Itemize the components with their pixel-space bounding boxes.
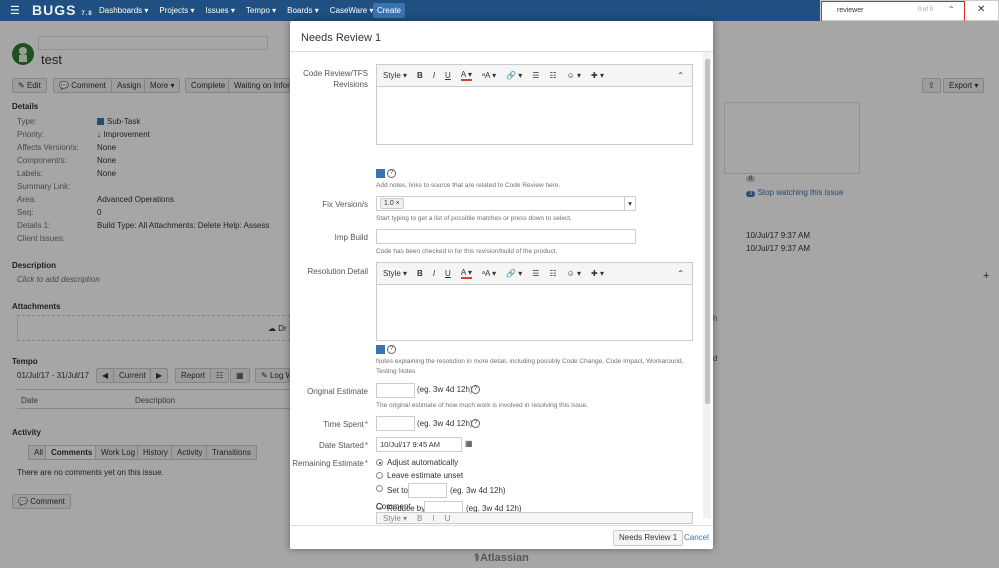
text-color-icon[interactable]: A ▾ bbox=[460, 268, 472, 279]
radio-label: Adjust automatically bbox=[387, 458, 459, 467]
nav-boards[interactable]: Boards ▾ bbox=[287, 6, 319, 15]
imp-build-input[interactable] bbox=[376, 229, 636, 244]
date-started-label: Date Started* bbox=[318, 441, 368, 450]
needs-review-dialog: Needs Review 1 Code Review/TFS Revisions… bbox=[290, 21, 713, 549]
original-estimate-input[interactable] bbox=[376, 383, 415, 398]
time-spent-label: Time Spent* bbox=[323, 420, 368, 429]
wiki-mode-icon[interactable] bbox=[376, 169, 385, 178]
imp-build-label: Imp Build bbox=[334, 233, 368, 242]
code-review-help: Add notes, links to source that are rela… bbox=[376, 182, 561, 189]
style-dropdown[interactable]: Style ▾ bbox=[383, 514, 407, 523]
nav-dashboards[interactable]: Dashboards ▾ bbox=[99, 6, 148, 15]
comment-editor[interactable]: Style ▾ B I U bbox=[376, 512, 693, 524]
find-input[interactable]: reviewer bbox=[837, 7, 863, 14]
collapse-icon[interactable]: ⌃ bbox=[677, 71, 684, 80]
time-spent-input[interactable] bbox=[376, 416, 415, 431]
nav-projects[interactable]: Projects ▾ bbox=[159, 6, 194, 15]
calendar-icon[interactable]: ▦ bbox=[465, 439, 473, 448]
set-to-hint: (eg. 3w 4d 12h) bbox=[450, 486, 506, 495]
radio-set-to[interactable] bbox=[376, 485, 383, 492]
create-button[interactable]: Create bbox=[373, 3, 405, 18]
collapse-icon[interactable]: ⌃ bbox=[677, 269, 684, 278]
fix-version-label: Fix Version/s bbox=[322, 200, 368, 209]
resolution-editor[interactable]: Style ▾ B I U A ▾ ᵃA ▾ 🔗 ▾ ☰ ☷ ☺ ▾ ✚ ▾ ⌃ bbox=[376, 262, 693, 341]
italic-icon[interactable]: I bbox=[433, 269, 435, 278]
dialog-body: Code Review/TFS Revisions Style ▾ B I U … bbox=[290, 52, 713, 518]
required-marker: * bbox=[364, 459, 368, 468]
find-bar: reviewer 0 of 0 ⌃ ✕ bbox=[820, 0, 999, 28]
help-icon[interactable]: ? bbox=[471, 385, 480, 394]
italic-icon[interactable]: I bbox=[432, 514, 434, 523]
nav-caseware[interactable]: CaseWare ▾ bbox=[330, 6, 374, 15]
remaining-estimate-label: Remaining Estimate* bbox=[292, 459, 368, 468]
original-estimate-label: Original Estimate bbox=[307, 387, 368, 396]
code-review-label: Code Review/TFS Revisions bbox=[303, 69, 368, 89]
needs-review-submit-button[interactable]: Needs Review 1 bbox=[613, 530, 684, 546]
original-estimate-help: The original estimate of how much work i… bbox=[376, 402, 589, 409]
app-logo[interactable]: BUGS 7.8 bbox=[32, 2, 93, 18]
insert-icon[interactable]: ✚ ▾ bbox=[591, 71, 604, 80]
date-started-input[interactable]: 10/Jul/17 9:45 AM bbox=[376, 437, 462, 452]
menu-icon[interactable]: ☰ bbox=[10, 4, 20, 17]
style-dropdown[interactable]: Style ▾ bbox=[383, 269, 407, 278]
find-count: 0 of 0 bbox=[918, 7, 934, 13]
time-spent-hint: (eg. 3w 4d 12h) bbox=[417, 419, 473, 428]
insert-icon[interactable]: ✚ ▾ bbox=[591, 269, 604, 278]
help-icon[interactable]: ? bbox=[387, 169, 396, 178]
bold-icon[interactable]: B bbox=[417, 269, 423, 278]
help-icon[interactable]: ? bbox=[471, 419, 480, 428]
link-icon[interactable]: 🔗 ▾ bbox=[506, 269, 522, 278]
dialog-scroll-thumb[interactable] bbox=[705, 59, 710, 404]
resolution-label: Resolution Detail bbox=[307, 267, 368, 276]
wiki-mode-icon[interactable] bbox=[376, 345, 385, 354]
required-marker: * bbox=[364, 441, 368, 450]
bold-icon[interactable]: B bbox=[417, 514, 422, 523]
editor-toolbar: Style ▾ B I U A ▾ ᵃA ▾ 🔗 ▾ ☰ ☷ ☺ ▾ ✚ ▾ ⌃ bbox=[377, 263, 692, 285]
nav-issues[interactable]: Issues ▾ bbox=[206, 6, 235, 15]
emoticon-icon[interactable]: ☺ ▾ bbox=[567, 269, 581, 278]
fix-version-tag[interactable]: 1.0 × bbox=[380, 198, 404, 209]
editor-toolbar: Style ▾ B I U bbox=[377, 513, 692, 523]
resolution-help: Notes explaining the resolution in more … bbox=[376, 358, 684, 375]
fix-version-help: Start typing to get a list of possible m… bbox=[376, 215, 572, 222]
bullet-list-icon[interactable]: ☰ bbox=[532, 269, 539, 278]
font-size-icon[interactable]: ᵃA ▾ bbox=[482, 71, 496, 80]
comment-label: Comment bbox=[376, 502, 411, 511]
underline-icon[interactable]: U bbox=[445, 71, 451, 80]
underline-icon[interactable]: U bbox=[445, 269, 451, 278]
font-size-icon[interactable]: ᵃA ▾ bbox=[482, 269, 496, 278]
dialog-footer: Needs Review 1 Cancel bbox=[290, 525, 713, 549]
code-review-editor[interactable]: Style ▾ B I U A ▾ ᵃA ▾ 🔗 ▾ ☰ ☷ ☺ ▾ ✚ ▾ ⌃ bbox=[376, 64, 693, 145]
underline-icon[interactable]: U bbox=[445, 514, 451, 523]
link-icon[interactable]: 🔗 ▾ bbox=[506, 71, 522, 80]
bullet-list-icon[interactable]: ☰ bbox=[532, 71, 539, 80]
radio-adjust-automatically[interactable] bbox=[376, 459, 383, 466]
nav-tempo[interactable]: Tempo ▾ bbox=[246, 6, 276, 15]
required-marker: * bbox=[364, 420, 368, 429]
cancel-button[interactable]: Cancel bbox=[684, 533, 709, 542]
emoticon-icon[interactable]: ☺ ▾ bbox=[567, 71, 581, 80]
text-color-icon[interactable]: A ▾ bbox=[460, 70, 472, 81]
original-estimate-hint: (eg. 3w 4d 12h) bbox=[417, 385, 473, 394]
set-to-input[interactable] bbox=[408, 483, 447, 498]
fix-version-dropdown-icon[interactable]: ▾ bbox=[624, 196, 636, 211]
imp-build-help: Code has been checked in for this revisi… bbox=[376, 248, 558, 255]
numbered-list-icon[interactable]: ☷ bbox=[549, 269, 556, 278]
style-dropdown[interactable]: Style ▾ bbox=[383, 71, 407, 80]
numbered-list-icon[interactable]: ☷ bbox=[549, 71, 556, 80]
radio-label: Leave estimate unset bbox=[387, 471, 464, 480]
nav-menu: Dashboards ▾ Projects ▾ Issues ▾ Tempo ▾… bbox=[99, 0, 384, 21]
atlassian-footer-logo[interactable]: ⚕Atlassian bbox=[474, 551, 529, 564]
dialog-title: Needs Review 1 bbox=[301, 32, 382, 44]
radio-leave-unset[interactable] bbox=[376, 472, 383, 479]
find-prev-icon[interactable]: ⌃ bbox=[948, 5, 955, 14]
help-icon[interactable]: ? bbox=[387, 345, 396, 354]
fix-version-input[interactable]: 1.0 × bbox=[376, 196, 636, 211]
italic-icon[interactable]: I bbox=[433, 71, 435, 80]
radio-label: Set to bbox=[387, 486, 408, 495]
editor-toolbar: Style ▾ B I U A ▾ ᵃA ▾ 🔗 ▾ ☰ ☷ ☺ ▾ ✚ ▾ ⌃ bbox=[377, 65, 692, 87]
find-close-icon[interactable]: ✕ bbox=[977, 4, 985, 15]
bold-icon[interactable]: B bbox=[417, 71, 423, 80]
